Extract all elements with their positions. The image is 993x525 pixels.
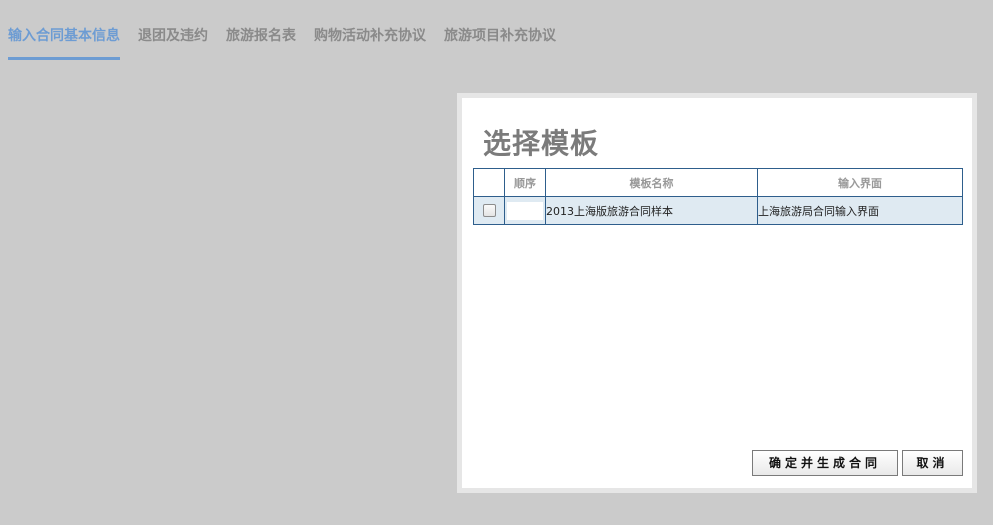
cancel-button[interactable]: 取消 <box>902 450 963 476</box>
row-checkbox[interactable] <box>482 204 496 218</box>
row-select-cell <box>473 196 505 225</box>
tab-bar: 输入合同基本信息 退团及违约 旅游报名表 购物活动补充协议 旅游项目补充协议 <box>8 26 574 60</box>
row-input-interface: 上海旅游局合同输入界面 <box>757 196 963 225</box>
table-header-row: 顺序 模板名称 输入界面 <box>473 168 963 197</box>
row-template-name: 2013上海版旅游合同样本 <box>545 196 758 225</box>
confirm-generate-contract-button[interactable]: 确定并生成合同 <box>752 450 898 476</box>
select-template-dialog: 选择模板 顺序 模板名称 输入界面 2013上海版旅游合同样本 上海旅游局合同输… <box>457 93 977 493</box>
tab-contract-basic-info[interactable]: 输入合同基本信息 <box>8 26 120 60</box>
table-row[interactable]: 2013上海版旅游合同样本 上海旅游局合同输入界面 <box>473 196 963 225</box>
tab-tour-registration[interactable]: 旅游报名表 <box>226 26 296 60</box>
dialog-title: 选择模板 <box>483 127 600 160</box>
column-header-input-interface: 输入界面 <box>757 168 963 197</box>
template-table: 顺序 模板名称 输入界面 2013上海版旅游合同样本 上海旅游局合同输入界面 <box>473 168 963 225</box>
row-order-cell <box>504 196 546 225</box>
order-input[interactable] <box>507 201 543 220</box>
tab-tour-item-agreement[interactable]: 旅游项目补充协议 <box>444 26 556 60</box>
dialog-body: 选择模板 顺序 模板名称 输入界面 2013上海版旅游合同样本 上海旅游局合同输… <box>462 98 972 488</box>
tab-shopping-agreement[interactable]: 购物活动补充协议 <box>314 26 426 60</box>
column-header-select <box>473 168 505 197</box>
column-header-template-name: 模板名称 <box>545 168 758 197</box>
tab-cancellation-breach[interactable]: 退团及违约 <box>138 26 208 60</box>
column-header-order: 顺序 <box>504 168 546 197</box>
